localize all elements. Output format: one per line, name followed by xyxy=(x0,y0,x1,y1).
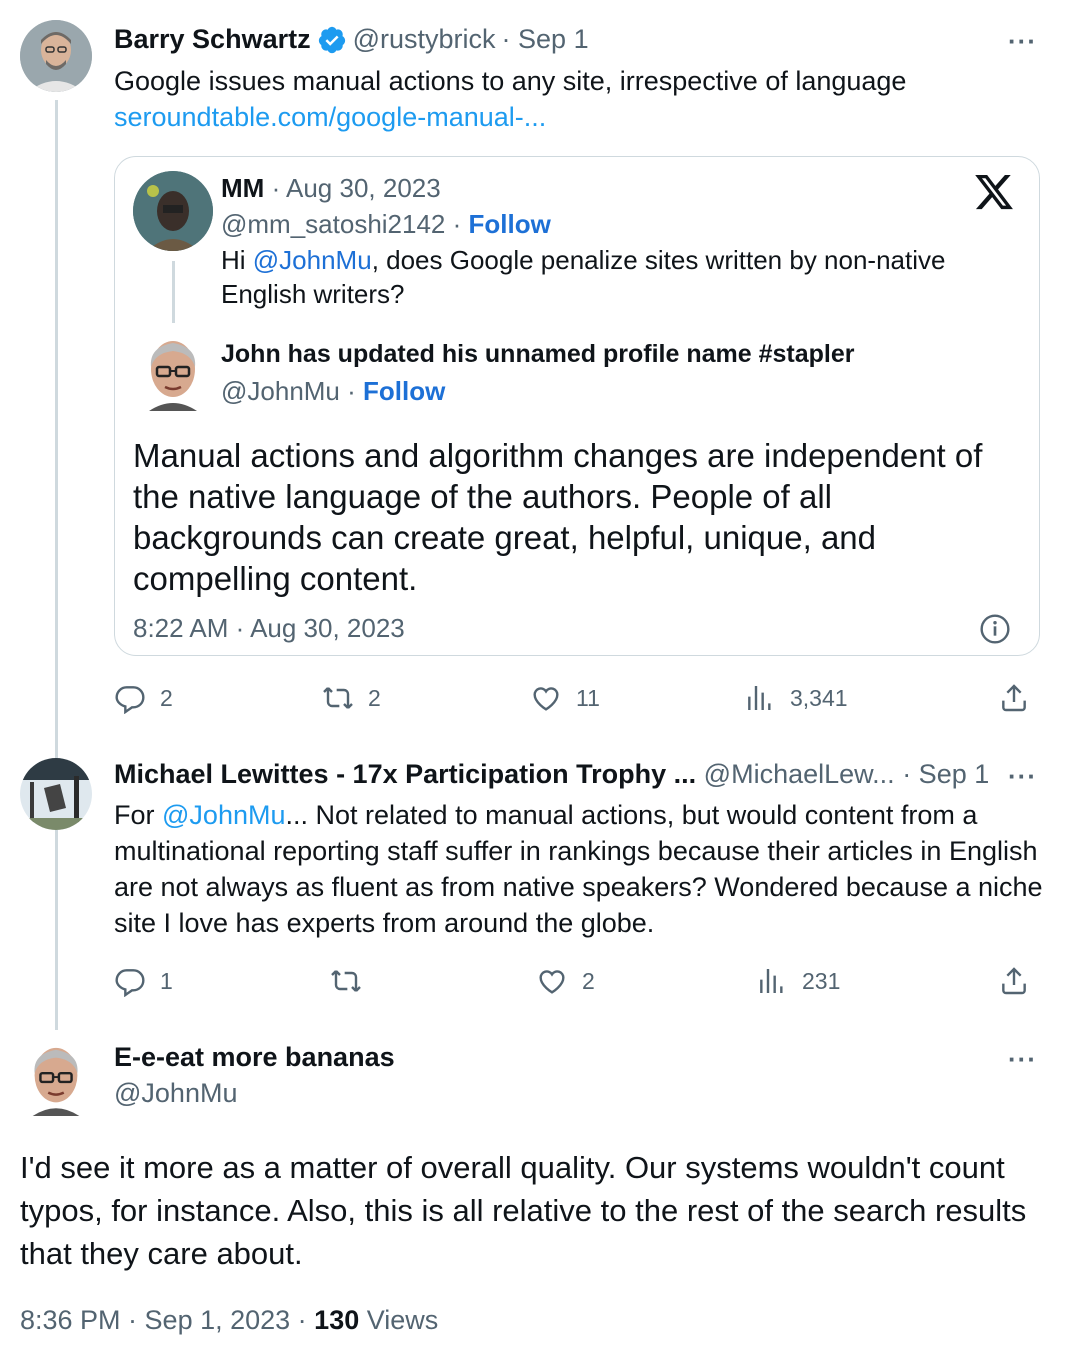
repost-button[interactable] xyxy=(330,965,376,997)
verified-badge-icon xyxy=(317,25,347,55)
quote1-sep: · xyxy=(452,209,462,239)
quote1-text-pre: Hi xyxy=(221,245,253,275)
quote1-date: · Aug 30, 2023 xyxy=(271,173,441,203)
quote-thread-line xyxy=(172,261,175,323)
info-icon[interactable] xyxy=(979,613,1011,645)
quote2-handle[interactable]: @JohnMu xyxy=(221,376,340,406)
author-handle[interactable]: @rustybrick xyxy=(353,24,496,55)
tweet3-meta: 8:36 PM · Sep 1, 2023 · 130 Views xyxy=(20,1305,438,1336)
tweet2-text-pre: For xyxy=(114,800,163,830)
tweet3-text: I'd see it more as a matter of overall q… xyxy=(20,1150,1027,1271)
tweet3-views-count: 130 xyxy=(314,1305,360,1335)
more-icon[interactable]: ··· xyxy=(1008,761,1037,792)
repost-count: 2 xyxy=(368,684,381,711)
avatar-mm xyxy=(133,171,213,251)
avatar-johnmu xyxy=(143,337,203,411)
tweet3-handle[interactable]: @JohnMu xyxy=(114,1078,237,1109)
reply-button[interactable]: 2 xyxy=(114,682,173,714)
views-icon xyxy=(748,686,771,710)
quote1-handle[interactable]: @mm_satoshi2142 xyxy=(221,209,445,239)
reply-count: 1 xyxy=(160,967,173,994)
avatar-barry[interactable] xyxy=(20,20,92,92)
reply-count: 2 xyxy=(160,684,173,711)
repost-button[interactable]: 2 xyxy=(322,682,381,714)
quote1-header: MM · Aug 30, 2023 xyxy=(221,173,441,204)
tweet2-handle[interactable]: @MichaelLew... xyxy=(704,759,895,789)
views-button[interactable]: 3,341 xyxy=(744,682,848,714)
views-count: 3,341 xyxy=(790,684,848,711)
share-button[interactable] xyxy=(998,682,1030,714)
quote2-handle-row: @JohnMu · Follow xyxy=(221,376,445,407)
tweet2-author-name[interactable]: Michael Lewittes - 17x Participation Tro… xyxy=(114,759,696,789)
tweet3-views-label: Views xyxy=(359,1305,439,1335)
quote1-text: Hi @JohnMu, does Google penalize sites w… xyxy=(221,243,991,311)
like-icon xyxy=(533,687,559,711)
like-button[interactable]: 11 xyxy=(530,682,600,714)
tweet3-author-name[interactable]: E-e-eat more bananas xyxy=(114,1042,395,1073)
repost-icon xyxy=(331,970,361,992)
repost-icon xyxy=(323,687,353,709)
share-button[interactable] xyxy=(998,965,1030,997)
quote2-author-name[interactable]: John has updated his unnamed profile nam… xyxy=(221,340,854,369)
tweet1-header: Barry Schwartz @rustybrick · Sep 1 xyxy=(114,24,589,55)
tweet2-text: For @JohnMu... Not related to manual act… xyxy=(114,797,1044,941)
more-icon[interactable]: ··· xyxy=(1008,26,1037,57)
like-count: 2 xyxy=(582,967,595,994)
share-icon xyxy=(1002,967,1026,995)
tweet3-time[interactable]: 8:36 PM · Sep 1, 2023 · xyxy=(20,1305,314,1335)
quote-timestamp[interactable]: 8:22 AM · Aug 30, 2023 xyxy=(133,613,405,644)
share-icon xyxy=(1002,684,1026,712)
tweet-text: Google issues manual actions to any site… xyxy=(114,66,907,96)
thread-line xyxy=(55,100,58,1030)
mention-link[interactable]: @JohnMu xyxy=(162,800,285,830)
quote1-follow-link[interactable]: Follow xyxy=(469,209,551,239)
mention-link[interactable]: @JohnMu xyxy=(253,245,372,275)
tweet2-header: Michael Lewittes - 17x Participation Tro… xyxy=(114,759,989,790)
quoted-tweet-card[interactable]: MM · Aug 30, 2023 @mm_satoshi2142 · Foll… xyxy=(114,156,1040,656)
reply-button[interactable]: 1 xyxy=(114,965,173,997)
like-count: 11 xyxy=(576,684,600,711)
views-count: 231 xyxy=(802,967,841,994)
tweet-link[interactable]: seroundtable.com/google-manual-... xyxy=(114,99,546,135)
quote1-handle-row: @mm_satoshi2142 · Follow xyxy=(221,209,551,240)
reply-icon xyxy=(115,686,145,714)
reply-icon xyxy=(115,969,145,997)
quote2-sep: · xyxy=(347,376,356,406)
like-button[interactable]: 2 xyxy=(536,965,595,997)
x-logo-icon xyxy=(973,171,1015,213)
quote2-text: Manual actions and algorithm changes are… xyxy=(133,437,983,597)
views-icon xyxy=(760,969,783,993)
quote2-follow-link[interactable]: Follow xyxy=(363,376,445,406)
like-icon xyxy=(539,970,565,994)
avatar-michael[interactable] xyxy=(20,758,92,830)
quote1-author-name[interactable]: MM xyxy=(221,173,264,203)
more-icon[interactable]: ··· xyxy=(1008,1044,1037,1075)
avatar-johnmu-main[interactable] xyxy=(26,1044,86,1116)
tweet2-date[interactable]: · Sep 1 xyxy=(902,759,989,789)
views-button[interactable]: 231 xyxy=(756,965,840,997)
author-name[interactable]: Barry Schwartz xyxy=(114,24,311,55)
tweet-date[interactable]: · Sep 1 xyxy=(502,24,589,55)
